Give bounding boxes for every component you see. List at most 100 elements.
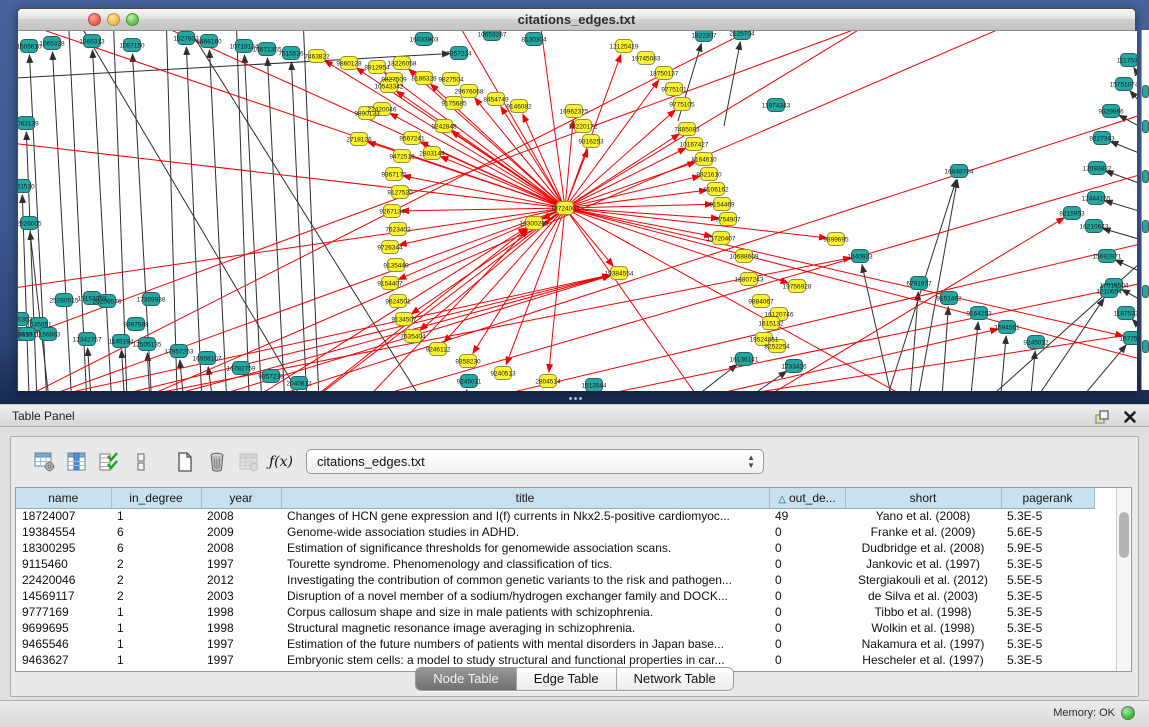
table-cell[interactable]: 6 <box>111 540 201 556</box>
table-cell[interactable]: 1 <box>111 620 201 636</box>
table-row[interactable]: 1872400712008Changes of HCN gene express… <box>16 508 1094 524</box>
table-cell[interactable]: 0 <box>769 588 845 604</box>
table-cell[interactable]: 18724007 <box>16 508 111 524</box>
table-cell[interactable]: 9699695 <box>16 620 111 636</box>
table-cell[interactable]: Genome-wide association studies in ADHD. <box>281 524 769 540</box>
tab-node-table[interactable]: Node Table <box>416 668 517 690</box>
table-selector-dropdown[interactable]: citations_edges.txt ▲▼ <box>306 449 764 474</box>
table-cell[interactable]: 2 <box>111 556 201 572</box>
table-cell[interactable]: 1 <box>111 652 201 668</box>
splitter-handle[interactable] <box>568 395 582 402</box>
table-cell[interactable]: Investigating the contribution of common… <box>281 572 769 588</box>
table-cell[interactable]: 1998 <box>201 604 281 620</box>
table-cell[interactable]: Embryonic stem cells: a model to study s… <box>281 652 769 668</box>
table-cell[interactable]: 9463627 <box>16 652 111 668</box>
network-canvas[interactable]: 1872400774638229860128891295418226058982… <box>18 31 1137 391</box>
table-row[interactable]: 1938455462009Genome-wide association stu… <box>16 524 1094 540</box>
table-cell[interactable]: 0 <box>769 524 845 540</box>
table-cell[interactable]: 5.3E-5 <box>1001 556 1094 572</box>
table-cell[interactable]: 22420046 <box>16 572 111 588</box>
column-header-title[interactable]: title <box>281 488 769 508</box>
scrollbar-thumb[interactable] <box>1119 512 1129 558</box>
table-cell[interactable]: 2008 <box>201 540 281 556</box>
table-cell[interactable]: 0 <box>769 540 845 556</box>
table-cell[interactable]: 9115460 <box>16 556 111 572</box>
table-cell[interactable]: Yano et al. (2008) <box>845 508 1001 524</box>
float-panel-icon[interactable] <box>1093 408 1111 426</box>
table-cell[interactable]: 5.3E-5 <box>1001 652 1094 668</box>
table-vertical-scrollbar[interactable] <box>1116 488 1131 671</box>
import-table-button[interactable] <box>235 448 263 476</box>
column-header-out_de[interactable]: △out_de... <box>769 488 845 508</box>
table-row[interactable]: 1456911722003Disruption of a novel membe… <box>16 588 1094 604</box>
table-cell[interactable]: Jankovic et al. (1997) <box>845 556 1001 572</box>
table-cell[interactable]: 18300295 <box>16 540 111 556</box>
table-cell[interactable]: 0 <box>769 604 845 620</box>
table-cell[interactable]: 49 <box>769 508 845 524</box>
table-cell[interactable]: 1997 <box>201 556 281 572</box>
table-cell[interactable]: 5.6E-5 <box>1001 524 1094 540</box>
table-cell[interactable]: 2008 <box>201 508 281 524</box>
table-cell[interactable]: 5.3E-5 <box>1001 636 1094 652</box>
table-cell[interactable]: 1 <box>111 636 201 652</box>
table-cell[interactable]: Corpus callosum shape and size in male p… <box>281 604 769 620</box>
table-cell[interactable]: 2012 <box>201 572 281 588</box>
table-cell[interactable]: 0 <box>769 572 845 588</box>
table-cell[interactable]: Structural magnetic resonance image aver… <box>281 620 769 636</box>
table-cell[interactable]: Wolkin et al. (1998) <box>845 620 1001 636</box>
delete-column-button[interactable] <box>203 448 231 476</box>
table-cell[interactable]: 6 <box>111 524 201 540</box>
column-header-in_degree[interactable]: in_degree <box>111 488 201 508</box>
table-row[interactable]: 977716911998Corpus callosum shape and si… <box>16 604 1094 620</box>
table-row[interactable]: 2242004622012Investigating the contribut… <box>16 572 1094 588</box>
column-header-year[interactable]: year <box>201 488 281 508</box>
table-cell[interactable]: de Silva et al. (2003) <box>845 588 1001 604</box>
table-cell[interactable]: 2009 <box>201 524 281 540</box>
table-row[interactable]: 911546021997Tourette syndrome. Phenomeno… <box>16 556 1094 572</box>
table-cell[interactable]: 1997 <box>201 636 281 652</box>
table-cell[interactable]: Tourette syndrome. Phenomenology and cla… <box>281 556 769 572</box>
table-cell[interactable]: 5.3E-5 <box>1001 508 1094 524</box>
table-cell[interactable]: 9777169 <box>16 604 111 620</box>
table-row[interactable]: 969969511998Structural magnetic resonanc… <box>16 620 1094 636</box>
table-cell[interactable]: 1998 <box>201 620 281 636</box>
table-cell[interactable]: Nakamura et al. (1997) <box>845 636 1001 652</box>
table-cell[interactable]: 14569117 <box>16 588 111 604</box>
table-cell[interactable]: Estimation of the future numbers of pati… <box>281 636 769 652</box>
table-cell[interactable]: 2 <box>111 572 201 588</box>
table-cell[interactable]: 5.5E-5 <box>1001 572 1094 588</box>
network-view-window[interactable]: citations_edges.txt 18724007746382298601… <box>17 8 1136 390</box>
table-cell[interactable]: Stergiakouli et al. (2012) <box>845 572 1001 588</box>
function-builder-button[interactable]: ƒ(x) <box>267 448 295 476</box>
table-cell[interactable]: 0 <box>769 556 845 572</box>
table-cell[interactable]: Franke et al. (2009) <box>845 524 1001 540</box>
tab-network-table[interactable]: Network Table <box>617 668 733 690</box>
memory-indicator[interactable]: Memory: OK <box>1053 706 1135 720</box>
table-cell[interactable]: 5.3E-5 <box>1001 604 1094 620</box>
table-cell[interactable]: 19384554 <box>16 524 111 540</box>
column-header-short[interactable]: short <box>845 488 1001 508</box>
table-row[interactable]: 1830029562008Estimation of significance … <box>16 540 1094 556</box>
row-height-button[interactable] <box>127 448 155 476</box>
select-attributes-button[interactable] <box>95 448 123 476</box>
table-cell[interactable]: 1 <box>111 604 201 620</box>
table-mode-button[interactable] <box>31 448 59 476</box>
table-cell[interactable]: Estimation of significance thresholds fo… <box>281 540 769 556</box>
table-cell[interactable]: Hescheler et al. (1997) <box>845 652 1001 668</box>
close-panel-icon[interactable] <box>1121 408 1139 426</box>
table-cell[interactable]: Disruption of a novel member of a sodium… <box>281 588 769 604</box>
show-columns-button[interactable] <box>63 448 91 476</box>
column-header-name[interactable]: name <box>16 488 111 508</box>
table-cell[interactable]: Tibbo et al. (1998) <box>845 604 1001 620</box>
table-cell[interactable]: 1997 <box>201 652 281 668</box>
table-cell[interactable]: 0 <box>769 652 845 668</box>
table-cell[interactable]: 5.3E-5 <box>1001 588 1094 604</box>
table-cell[interactable]: 2003 <box>201 588 281 604</box>
table-cell[interactable]: 9465546 <box>16 636 111 652</box>
table-cell[interactable]: 5.3E-5 <box>1001 620 1094 636</box>
table-cell[interactable]: Dudbridge et al. (2008) <box>845 540 1001 556</box>
table-cell[interactable]: 1 <box>111 508 201 524</box>
table-cell[interactable]: 5.9E-5 <box>1001 540 1094 556</box>
tab-edge-table[interactable]: Edge Table <box>517 668 617 690</box>
table-cell[interactable]: 0 <box>769 620 845 636</box>
